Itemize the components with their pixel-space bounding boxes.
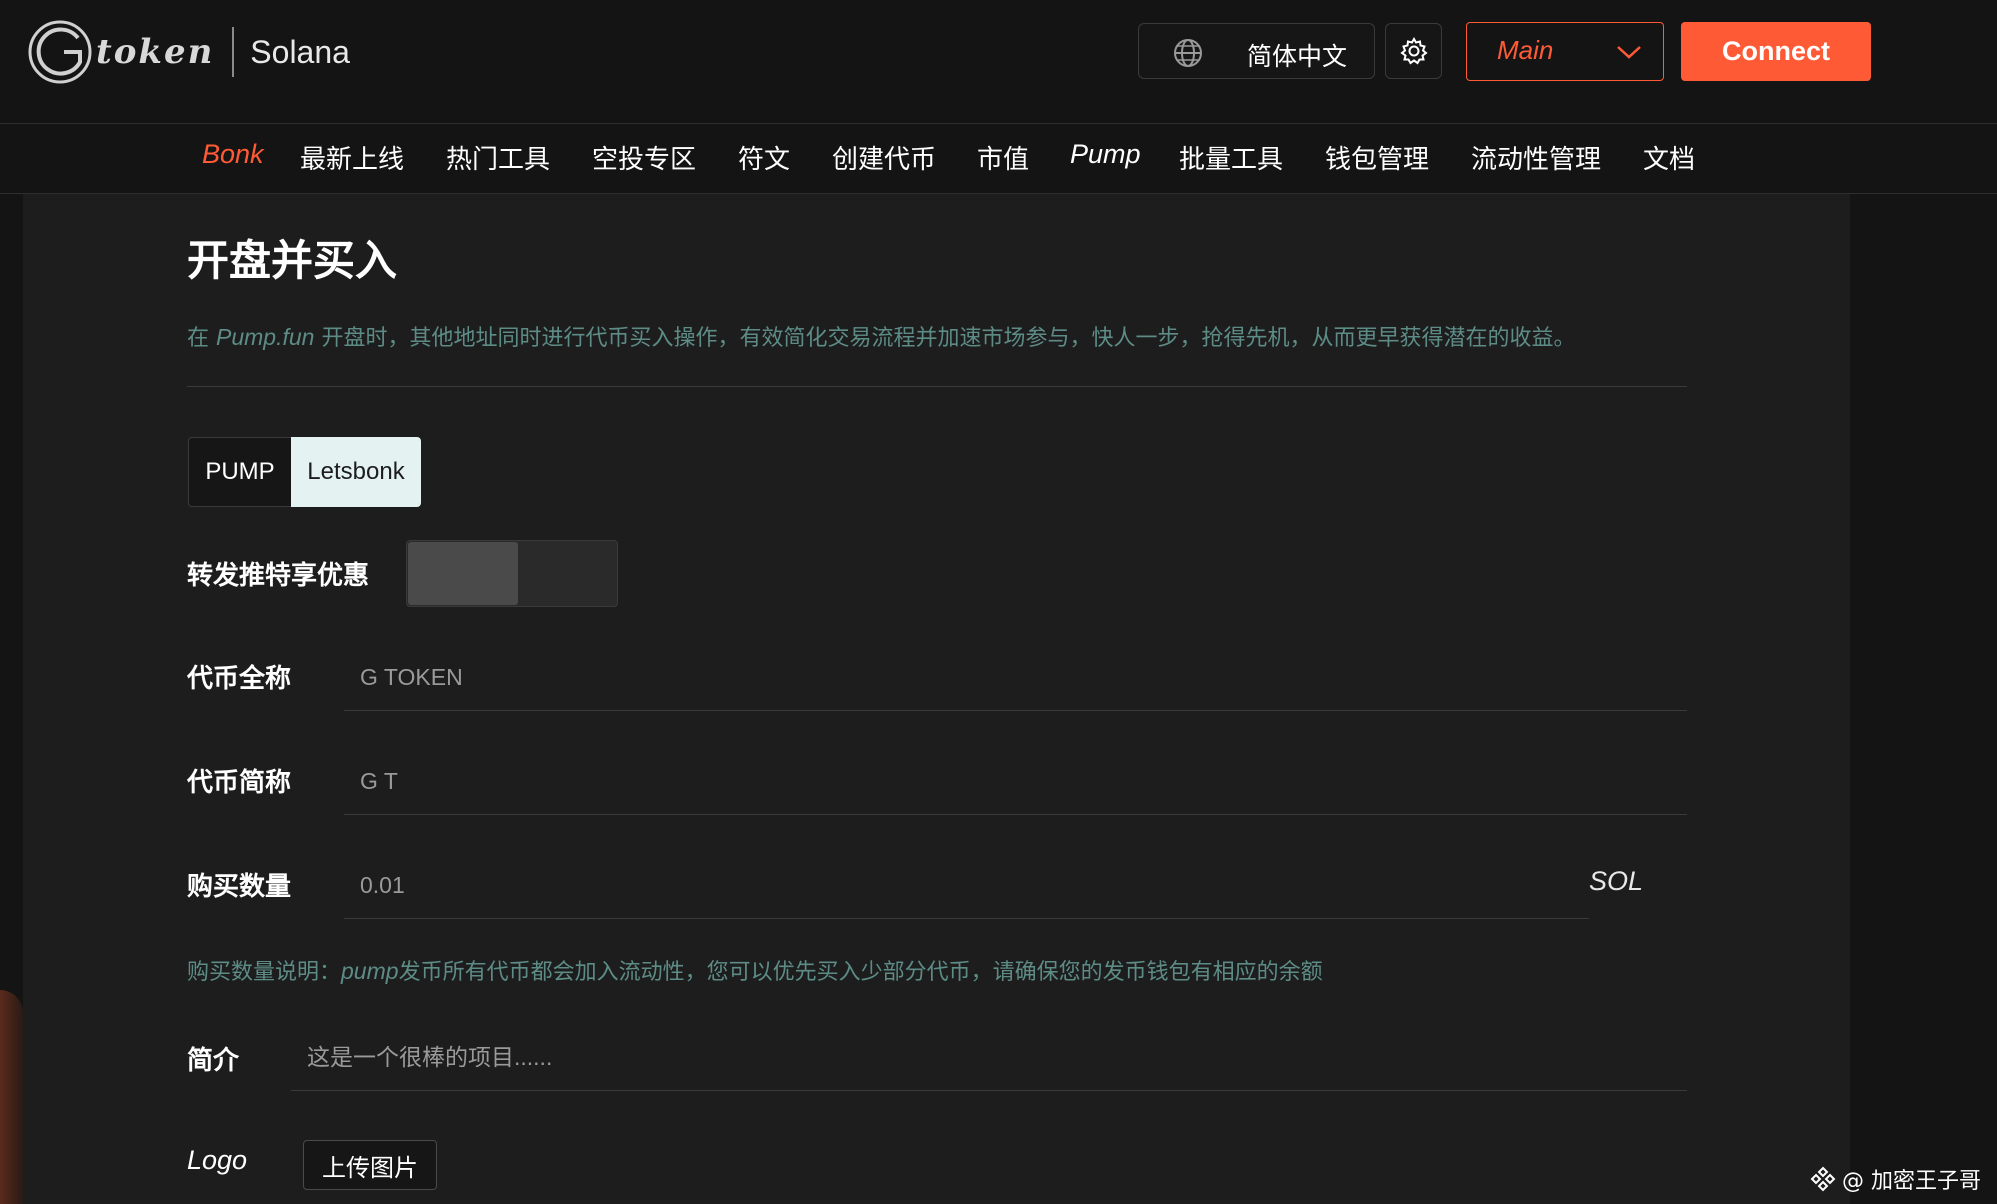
binance-icon xyxy=(1810,1166,1836,1192)
network-label: Main xyxy=(1497,35,1554,65)
top-header: token Solana 简体中文 Main Connect xyxy=(0,0,1997,124)
gtoken-logo[interactable]: token Solana xyxy=(26,18,350,86)
gear-icon xyxy=(1399,36,1428,65)
chevron-down-icon xyxy=(1617,46,1641,59)
g-logo-icon xyxy=(28,20,92,84)
token-symbol-label: 代币简称 xyxy=(187,768,292,798)
background-decoration xyxy=(0,990,23,1204)
token-name-input[interactable] xyxy=(344,645,1687,711)
language-label: 简体中文 xyxy=(1247,42,1348,71)
main-nav: Bonk 最新上线 热门工具 空投专区 符文 创建代币 市值 Pump 批量工具… xyxy=(0,124,1997,194)
nav-item-runes[interactable]: 符文 xyxy=(738,139,790,176)
nav-item-docs[interactable]: 文档 xyxy=(1643,139,1695,176)
globe-icon xyxy=(1174,39,1202,67)
buy-amount-label: 购买数量 xyxy=(187,872,292,902)
connect-wallet-button[interactable]: Connect xyxy=(1681,22,1871,81)
nav-item-airdrop[interactable]: 空投专区 xyxy=(592,139,696,176)
nav-item-batch-tools[interactable]: 批量工具 xyxy=(1179,139,1283,176)
intro-label: 简介 xyxy=(187,1046,240,1076)
watermark-text: @ 加密王子哥 xyxy=(1842,1169,1981,1194)
platform-tab-pump[interactable]: PUMP xyxy=(188,437,291,507)
platform-tab-letsbonk[interactable]: Letsbonk xyxy=(291,437,421,507)
token-symbol-input[interactable] xyxy=(344,749,1687,815)
nav-item-bonk[interactable]: Bonk xyxy=(202,139,264,170)
retweet-label: 转发推特享优惠 xyxy=(187,561,370,591)
currency-unit: SOL xyxy=(1589,866,1644,896)
network-dropdown[interactable]: Main xyxy=(1466,22,1664,81)
retweet-toggle[interactable] xyxy=(406,540,618,607)
token-name-label: 代币全称 xyxy=(187,664,292,694)
nav-item-create-token[interactable]: 创建代币 xyxy=(832,139,936,176)
logo-label: Logo xyxy=(187,1145,248,1175)
logo-wordmark: token xyxy=(96,32,215,72)
chain-name: Solana xyxy=(250,33,350,70)
language-selector[interactable]: 简体中文 xyxy=(1138,23,1375,79)
upload-image-button[interactable]: 上传图片 xyxy=(303,1140,437,1190)
nav-item-liquidity-management[interactable]: 流动性管理 xyxy=(1471,139,1601,176)
section-divider xyxy=(187,386,1687,387)
buy-amount-input[interactable] xyxy=(344,853,1589,919)
nav-item-wallet-management[interactable]: 钱包管理 xyxy=(1325,139,1429,176)
nav-item-latest[interactable]: 最新上线 xyxy=(300,139,404,176)
logo-divider xyxy=(232,27,235,77)
nav-item-pump[interactable]: Pump xyxy=(1070,139,1141,170)
nav-item-hot-tools[interactable]: 热门工具 xyxy=(446,139,550,176)
buy-amount-hint: 购买数量说明：pump发币所有代币都会加入流动性，您可以优先买入少部分代币，请确… xyxy=(187,958,1323,985)
page-description: 在 Pump.fun 开盘时，其他地址同时进行代币买入操作，有效简化交易流程并加… xyxy=(187,324,1576,351)
settings-button[interactable] xyxy=(1385,23,1442,79)
page-title: 开盘并买入 xyxy=(187,236,398,285)
intro-input[interactable] xyxy=(291,1025,1687,1091)
toggle-knob xyxy=(408,542,518,605)
nav-item-market-cap[interactable]: 市值 xyxy=(977,139,1029,176)
watermark: @ 加密王子哥 xyxy=(1810,1163,1981,1195)
